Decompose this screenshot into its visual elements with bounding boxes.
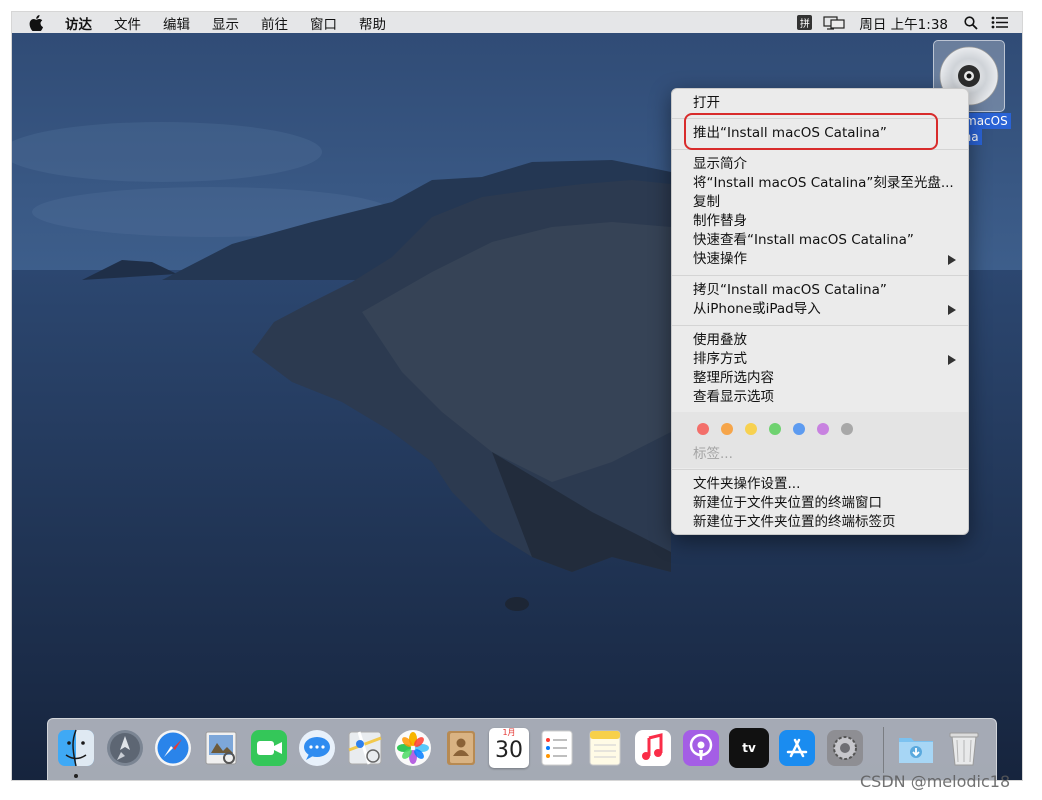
- notification-center-icon[interactable]: [991, 16, 1009, 29]
- tags-row: 标签...: [672, 412, 968, 468]
- menu-finder[interactable]: 访达: [60, 13, 103, 33]
- import-iphone-label: 从iPhone或iPad导入: [693, 301, 821, 317]
- finder-running-dot: [74, 774, 78, 778]
- downloads-folder-icon[interactable]: [896, 728, 936, 768]
- tv-label: tv: [742, 741, 756, 755]
- menu-item-make-alias[interactable]: 制作替身: [672, 212, 968, 231]
- menu-separator: [672, 325, 968, 326]
- menu-item-folder-actions[interactable]: 文件夹操作设置...: [672, 475, 968, 494]
- menu-item-copy[interactable]: 拷贝“Install macOS Catalina”: [672, 281, 968, 300]
- tv-app-icon[interactable]: tv: [729, 728, 769, 768]
- tag-purple-dot[interactable]: [817, 423, 829, 435]
- preview-app-icon[interactable]: [201, 728, 241, 768]
- menubar-clock[interactable]: 周日 上午1:38: [859, 13, 948, 33]
- menu-item-new-terminal-tab[interactable]: 新建位于文件夹位置的终端标签页: [672, 513, 968, 532]
- system-preferences-app-icon[interactable]: [825, 728, 865, 768]
- tag-green-dot[interactable]: [769, 423, 781, 435]
- tags-placeholder[interactable]: 标签...: [693, 442, 733, 462]
- tag-red-dot[interactable]: [697, 423, 709, 435]
- menu-edit[interactable]: 编辑: [152, 13, 201, 33]
- menu-item-burn[interactable]: 将“Install macOS Catalina”刻录至光盘...: [672, 174, 968, 193]
- menu-item-import-from-iphone[interactable]: 从iPhone或iPad导入: [672, 300, 968, 319]
- quick-actions-label: 快速操作: [693, 251, 747, 267]
- menu-separator: [672, 275, 968, 276]
- disk-label-line1: macOS: [962, 113, 1011, 129]
- menu-item-new-terminal[interactable]: 新建位于文件夹位置的终端窗口: [672, 494, 968, 513]
- menu-item-get-info[interactable]: 显示简介: [672, 155, 968, 174]
- menu-item-open[interactable]: 打开: [672, 94, 968, 113]
- calendar-day: 30: [495, 738, 523, 763]
- menu-item-view-options[interactable]: 查看显示选项: [672, 388, 968, 407]
- finder-app-icon[interactable]: [56, 728, 96, 768]
- tag-blue-dot[interactable]: [793, 423, 805, 435]
- menu-item-use-stacks[interactable]: 使用叠放: [672, 331, 968, 350]
- dock-divider: [883, 727, 884, 773]
- menu-item-quick-look[interactable]: 快速查看“Install macOS Catalina”: [672, 231, 968, 250]
- reminders-app-icon[interactable]: [537, 728, 577, 768]
- calendar-month: 1月: [502, 728, 516, 737]
- menu-item-sort-by[interactable]: 排序方式: [672, 350, 968, 369]
- menu-item-quick-actions[interactable]: 快速操作: [672, 250, 968, 269]
- contacts-app-icon[interactable]: [441, 728, 481, 768]
- sort-by-label: 排序方式: [693, 351, 747, 367]
- menu-view[interactable]: 显示: [201, 13, 250, 33]
- menu-item-duplicate[interactable]: 复制: [672, 193, 968, 212]
- submenu-arrow-icon: [948, 305, 956, 315]
- tag-orange-dot[interactable]: [721, 423, 733, 435]
- music-app-icon[interactable]: [633, 728, 673, 768]
- menu-file[interactable]: 文件: [103, 13, 152, 33]
- launchpad-app-icon[interactable]: [105, 728, 145, 768]
- menu-separator: [672, 469, 968, 470]
- photos-app-icon[interactable]: [393, 728, 433, 768]
- app-store-app-icon[interactable]: [777, 728, 817, 768]
- calendar-app-icon[interactable]: 1月 30: [489, 728, 529, 768]
- menu-window[interactable]: 窗口: [299, 13, 348, 33]
- submenu-arrow-icon: [948, 255, 956, 265]
- spotlight-search-icon[interactable]: [964, 15, 978, 30]
- csdn-watermark: CSDN @melodic18: [860, 772, 1011, 791]
- trash-icon[interactable]: [944, 728, 984, 768]
- maps-app-icon[interactable]: [345, 728, 385, 768]
- messages-app-icon[interactable]: [297, 728, 337, 768]
- submenu-arrow-icon: [948, 355, 956, 365]
- dock: 1月 30 tv: [47, 718, 997, 780]
- menu-bar: 访达 文件 编辑 显示 前往 窗口 帮助 拼 周日 上午1:38: [12, 12, 1022, 33]
- tag-yellow-dot[interactable]: [745, 423, 757, 435]
- red-highlight-box: [684, 113, 938, 150]
- menu-help[interactable]: 帮助: [348, 13, 397, 33]
- desktop-screen: 访达 文件 编辑 显示 前往 窗口 帮助 拼 周日 上午1:38 macOS 打…: [12, 12, 1022, 780]
- menu-go[interactable]: 前往: [250, 13, 299, 33]
- notes-app-icon[interactable]: [585, 728, 625, 768]
- apple-menu-icon[interactable]: [29, 14, 47, 31]
- safari-app-icon[interactable]: [153, 728, 193, 768]
- podcasts-app-icon[interactable]: [681, 728, 721, 768]
- input-method-icon[interactable]: 拼: [797, 15, 813, 30]
- display-mirroring-icon[interactable]: [823, 15, 845, 30]
- facetime-app-icon[interactable]: [249, 728, 289, 768]
- tag-gray-dot[interactable]: [841, 423, 853, 435]
- menu-item-clean-up[interactable]: 整理所选内容: [672, 369, 968, 388]
- context-menu: 打开 推出“Install macOS Catalina” 显示简介 将“Ins…: [671, 88, 969, 535]
